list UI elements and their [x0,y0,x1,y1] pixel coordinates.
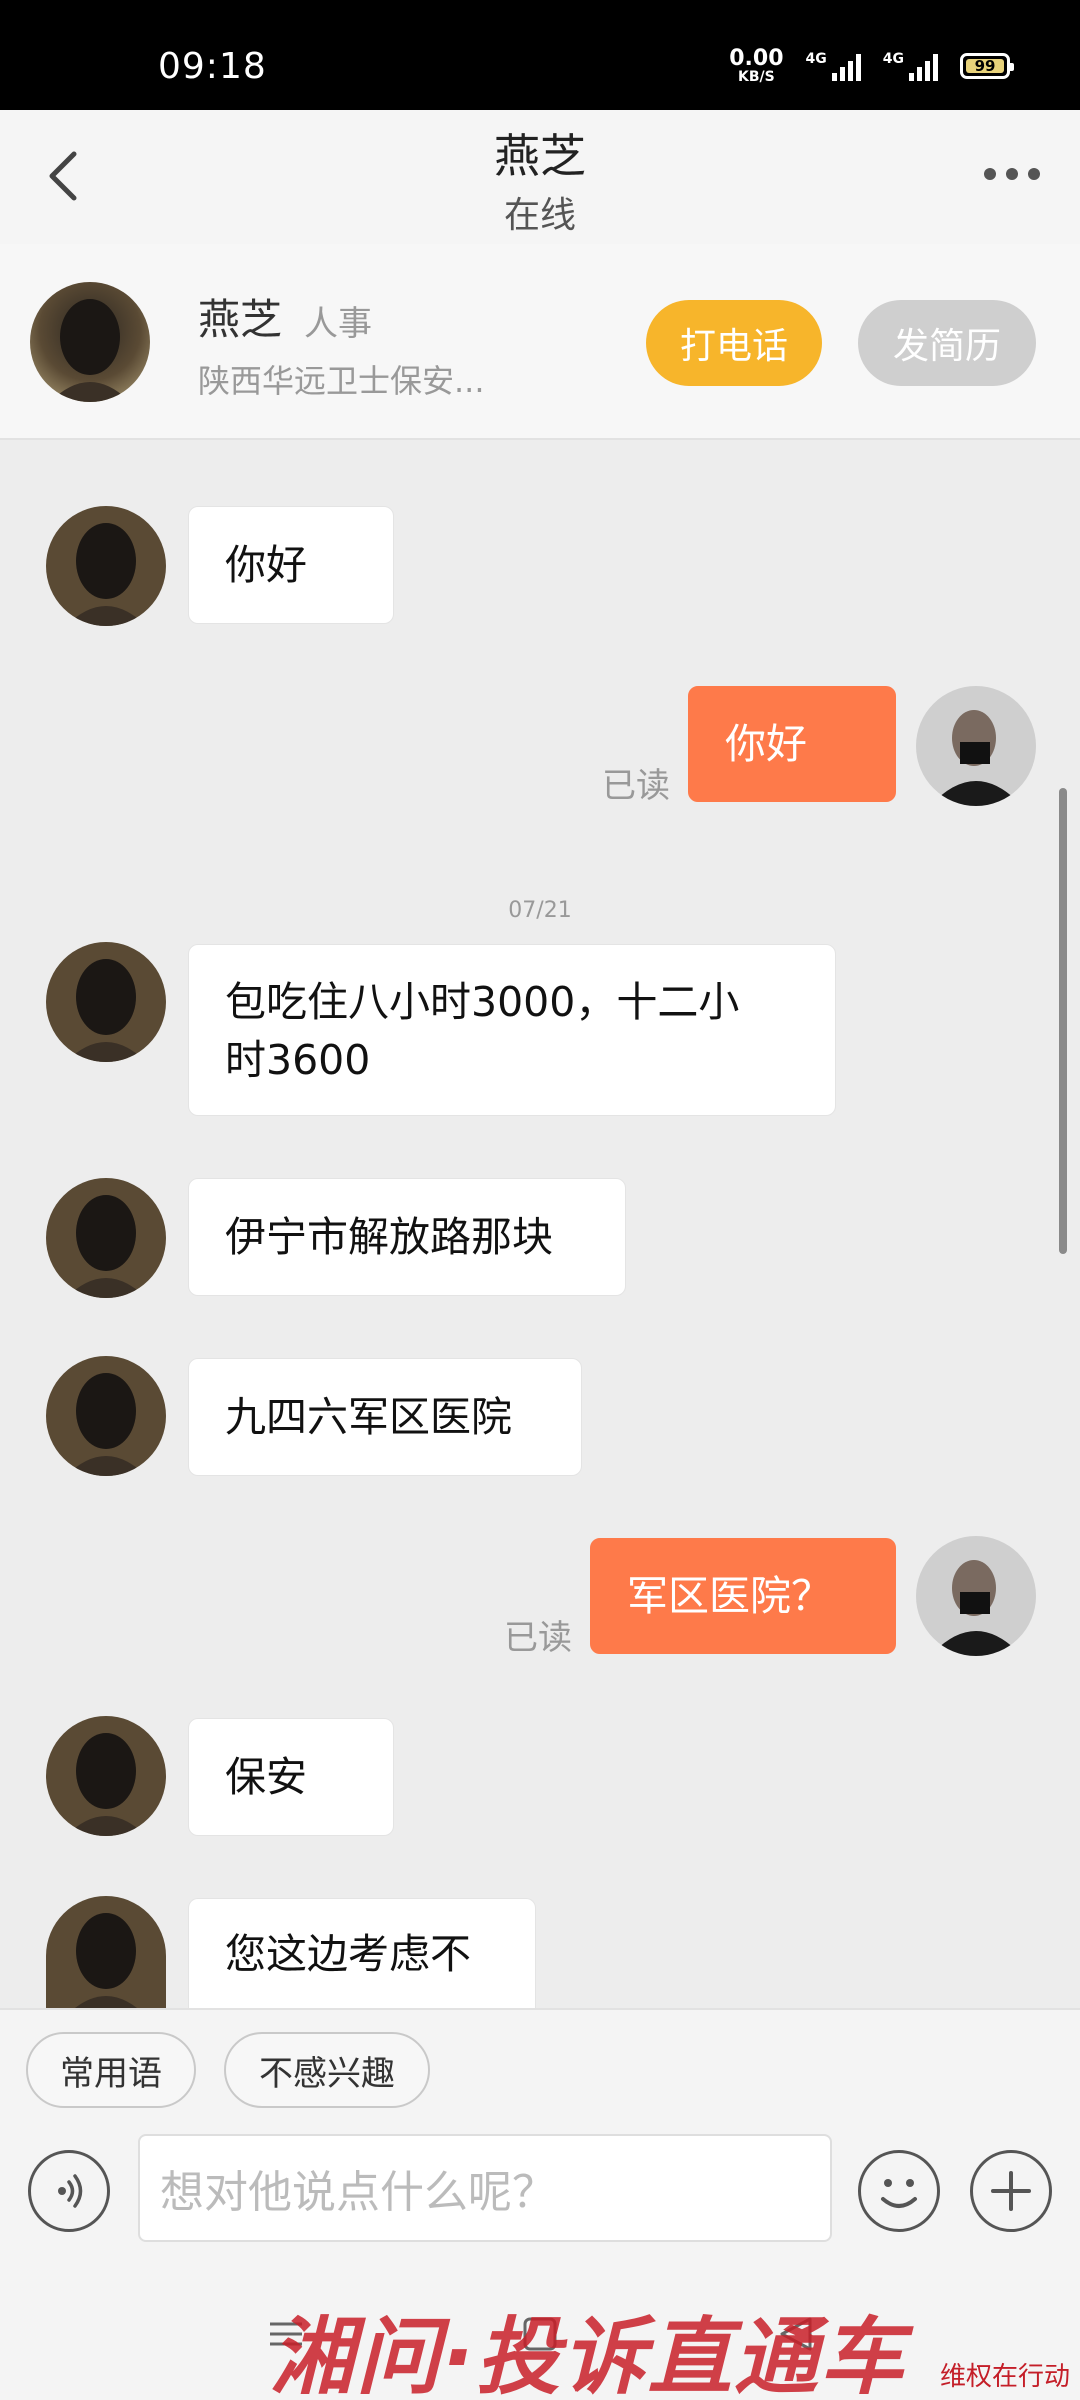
message-text: 九四六军区医院 [225,1393,512,1441]
more-actions-button[interactable] [970,2150,1052,2232]
avatar[interactable] [46,506,166,626]
contact-company: 陕西华远卫士保安... [198,362,485,400]
message-bubble[interactable]: 您这边考虑不 [188,1898,536,2008]
battery-icon: 99 [960,53,1014,79]
input-panel: 常用语 不感兴趣 想对他说点什么呢？ [0,2008,1080,2270]
avatar[interactable] [46,1356,166,1476]
network-speed-unit: KB/S [738,69,775,85]
message-text: 您这边考虑不 [225,1929,471,1978]
contact-role: 人事 [304,304,372,344]
voice-button[interactable] [28,2150,110,2232]
message-bubble[interactable]: 九四六军区医院 [188,1358,582,1476]
message-text: 伊宁市解放路那块 [225,1213,553,1261]
read-status: 已读 [602,766,670,806]
watermark-caption: 维权在行动 [940,2362,1071,2392]
read-status: 已读 [504,1618,572,1658]
status-icons: 0.00 KB/S 4G 4G 99 [729,46,1014,85]
message-text-line: 包吃住八小时3000，十二小 [225,978,740,1026]
voice-icon [58,2174,83,2208]
my-message-bubble[interactable]: 军区医院？ [590,1538,896,1654]
more-button[interactable] [984,164,1040,184]
message-text: 你好 [725,720,807,768]
status-bar: 09:18 0.00 KB/S 4G 4G 99 [0,0,1080,110]
message-bubble[interactable]: 包吃住八小时3000，十二小 时3600 [188,944,836,1116]
watermark-logo: 湘问·投诉直通车 [270,2308,906,2400]
smiley-icon [881,2179,917,2208]
my-message-bubble[interactable]: 你好 [688,686,896,802]
emoji-button[interactable] [858,2150,940,2232]
signal-label-1: 4G [805,51,827,67]
call-button[interactable]: 打电话 [646,300,822,386]
my-avatar[interactable] [916,686,1036,806]
message-bubble[interactable]: 伊宁市解放路那块 [188,1178,626,1296]
scrollbar[interactable] [1059,788,1067,1254]
send-resume-button[interactable]: 发简历 [858,300,1036,386]
online-status: 在线 [503,195,576,236]
contact-card: 燕芝 人事 陕西华远卫士保安... 打电话 发简历 [0,244,1080,440]
status-time: 09:18 [158,46,267,87]
my-avatar[interactable] [916,1536,1036,1656]
network-speed-value: 0.00 [729,46,784,71]
network-speed: 0.00 KB/S [729,46,784,85]
date-separator: 07/21 [508,898,572,923]
message-text: 军区医院？ [627,1572,832,1620]
page-title: 燕芝 [494,129,586,183]
signal-icon-1: 4G [806,51,861,81]
signal-icon-2: 4G [883,51,938,81]
message-input-placeholder: 想对他说点什么呢？ [160,2167,556,2218]
message-bubble[interactable]: 保安 [188,1718,394,1836]
avatar[interactable] [30,282,150,402]
avatar[interactable] [46,1178,166,1298]
avatar[interactable] [46,1716,166,1836]
more-dots-icon [984,168,996,180]
message-text: 保安 [225,1753,307,1801]
chat-header: 燕芝 在线 [0,110,1080,244]
battery-level: 99 [974,57,996,75]
message-input[interactable]: 想对他说点什么呢？ [138,2134,832,2242]
message-bubble[interactable]: 你好 [188,506,394,624]
avatar[interactable] [46,942,166,1062]
quick-phrase-not-interested[interactable]: 不感兴趣 [224,2032,430,2108]
message-text: 你好 [225,541,307,589]
quick-phrase-common[interactable]: 常用语 [26,2032,196,2108]
message-text-line: 时3600 [225,1036,371,1084]
contact-name: 燕芝 [198,295,283,344]
plus-icon [991,2171,1031,2211]
avatar[interactable] [46,1896,166,2008]
signal-label-2: 4G [882,51,904,67]
